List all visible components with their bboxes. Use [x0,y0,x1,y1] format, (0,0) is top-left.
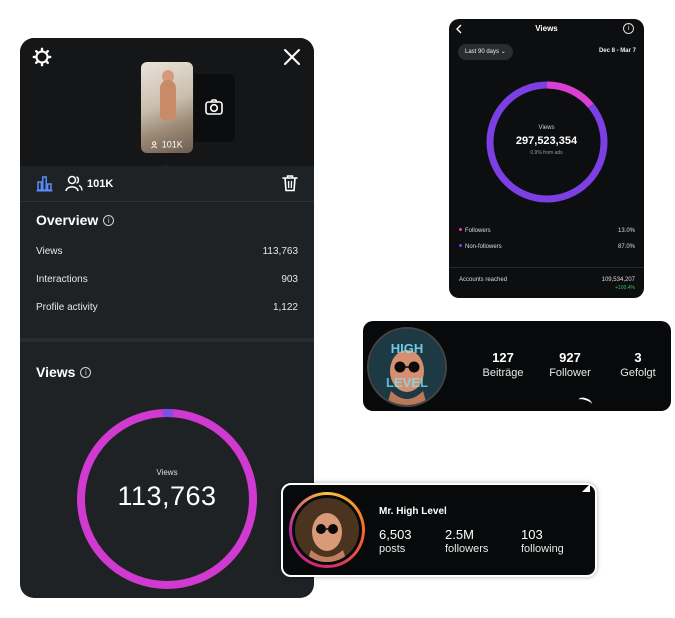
reel-thumbnail[interactable]: 101K [141,62,193,153]
avatar-text-top: HIGH [391,341,424,356]
overview-row-value: 1,122 [272,302,298,313]
legend-label: Followers [465,228,491,234]
avatar-photo [295,498,359,562]
stat-label: followers [445,543,489,555]
donut-subtext: 0.9% from ads [530,150,563,156]
overview-row-label: Profile activity [36,302,98,313]
overview-heading: Overview i [36,212,115,228]
stat-label: following [521,543,564,555]
stat-value: 103 [521,527,543,542]
thumbnail-person-body [160,80,176,120]
section-divider [20,338,314,342]
story-ring[interactable] [289,492,365,568]
stat-following-de[interactable]: 3 Gefolgt [608,350,668,379]
info-icon[interactable]: i [623,23,634,34]
legend-dot [459,228,462,231]
profile-stats-card-de: HIGH LEVEL 127 Beiträge 927 Follower 3 G… [363,321,671,411]
stat-following[interactable]: 103 following [521,527,564,555]
legend-label: Non-followers [465,244,502,250]
stat-value: 127 [492,350,514,365]
settings-gear-icon[interactable] [32,47,52,67]
overview-row-interactions[interactable]: Interactions 903 [36,274,298,285]
trash-icon[interactable] [282,174,298,192]
add-cover-button[interactable] [194,74,235,142]
overview-row-value: 903 [281,274,298,285]
stat-value: 3 [634,350,642,365]
insights-tabbar: 101K [20,172,314,200]
views-heading: Views i [36,364,92,380]
stat-value: 2.5M [445,527,474,542]
stat-value: 927 [559,350,581,365]
divider [20,201,314,202]
avatar[interactable]: HIGH LEVEL [367,327,447,407]
reel-insights-panel: 101K 101K Overview i Views 113,763 Inter… [20,38,314,598]
stat-label: Gefolgt [620,367,656,379]
stat-label: Beiträge [482,367,524,379]
overview-title: Overview [36,212,99,228]
thumbnail-views-count: 101K [161,140,183,150]
legend-value: 13.0% [617,228,635,234]
date-filter-label: Last 90 days [465,49,500,55]
info-icon[interactable]: i [80,367,92,378]
legend-value: 87.0% [617,244,635,250]
bar-chart-icon[interactable] [36,175,53,192]
legend-item-followers: Followers 13.0% [459,228,635,234]
close-icon[interactable] [282,47,302,67]
legend-item-non-followers: Non-followers 87.0% [459,244,635,250]
date-range: Dec 8 - Mar 7 [598,48,636,54]
stat-followers[interactable]: 2.5M followers [445,527,488,555]
legend-dot [459,244,462,247]
profile-name: Mr. High Level [379,506,447,517]
accounts-reached-value: 109,534,207 [601,277,635,283]
views-title: Views [36,364,76,380]
decorative-corner [582,484,590,492]
accounts-reached-change: +100.4% [615,285,635,291]
overview-row-profile-activity[interactable]: Profile activity 1,122 [36,302,298,313]
panel-title: Views [535,24,558,33]
avatar-photo: HIGH LEVEL [369,329,445,405]
donut-label: Views [538,125,555,131]
date-filter-dropdown[interactable]: Last 90 days ⌄ [458,44,513,60]
reach-count: 101K [87,178,114,190]
views-donut-label: Views [156,468,178,477]
accounts-reached-icon[interactable] [65,175,83,192]
avatar [295,498,359,562]
avatar-text-bottom: LEVEL [386,375,428,390]
story-ring-inner [292,495,362,565]
accounts-reached-label: Accounts reached [459,277,508,283]
overview-row-views[interactable]: Views 113,763 [36,246,298,257]
chevron-down-icon: ⌄ [500,49,506,55]
overview-row-label: Interactions [36,274,88,285]
views-donut-value: 113,763 [117,481,217,511]
camera-icon [205,99,223,115]
donut-value: 297,523,354 [515,135,578,147]
stat-value: 6,503 [379,527,412,542]
account-views-panel: Views i Last 90 days ⌄ Dec 8 - Mar 7 Vie… [449,19,644,298]
stat-followers-de[interactable]: 927 Follower [540,350,600,379]
people-icon [151,141,158,149]
stat-posts-de[interactable]: 127 Beiträge [473,350,533,379]
stat-label: Follower [549,367,591,379]
profile-stats-card-en: Mr. High Level 6,503 posts 2.5M follower… [281,483,597,577]
stat-label: posts [379,543,406,555]
stat-posts[interactable]: 6,503 posts [379,527,412,555]
divider [449,267,644,268]
overview-row-label: Views [36,246,63,257]
thumbnail-pointer [160,164,172,170]
info-icon[interactable]: i [103,215,115,226]
overview-row-value: 113,763 [262,246,298,257]
thumbnail-views: 101K [141,139,193,150]
donut-followers-segment [546,81,594,108]
